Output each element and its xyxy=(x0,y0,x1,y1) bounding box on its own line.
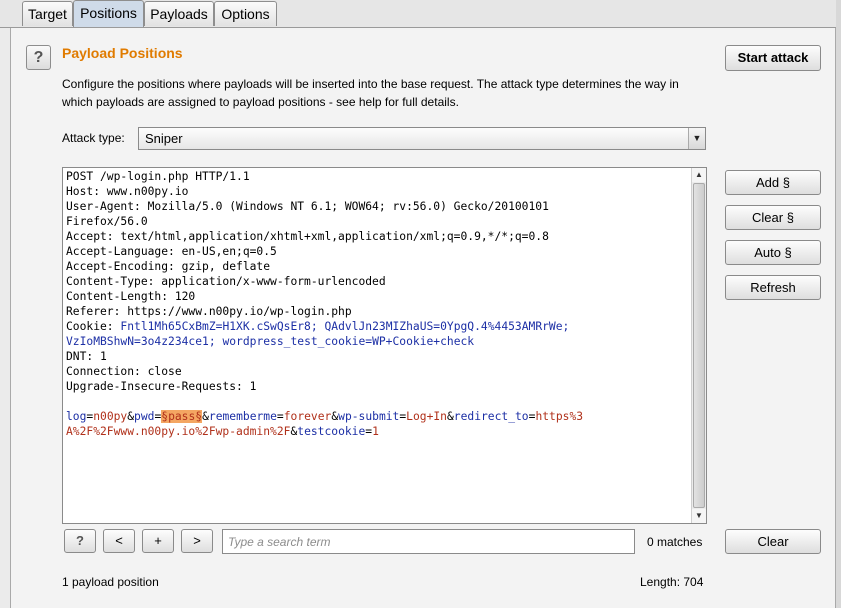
refresh-button[interactable]: Refresh xyxy=(725,275,821,300)
header-line: Content-Length: 120 xyxy=(66,290,196,303)
clear-markers-button[interactable]: Clear § xyxy=(725,205,821,230)
attack-type-label: Attack type: xyxy=(62,131,125,145)
param-value: n00py xyxy=(93,410,128,423)
chevron-down-icon[interactable]: ▼ xyxy=(688,128,705,149)
request-text[interactable]: POST /wp-login.php HTTP/1.1 Host: www.n0… xyxy=(66,169,686,439)
tab-payloads[interactable]: Payloads xyxy=(144,1,214,26)
request-length: Length: 704 xyxy=(640,575,704,589)
header-line: Accept-Language: en-US,en;q=0.5 xyxy=(66,245,277,258)
tab-bar: Target Positions Payloads Options xyxy=(0,0,841,28)
cookie-label: Cookie: xyxy=(66,320,121,333)
header-line: Accept-Encoding: gzip, deflate xyxy=(66,260,271,273)
header-line: Content-Type: application/x-www-form-url… xyxy=(66,275,386,288)
param-name: log xyxy=(66,410,87,423)
start-attack-button[interactable]: Start attack xyxy=(725,45,821,71)
header-line: DNT: 1 xyxy=(66,350,107,363)
equals-sign: = xyxy=(276,410,284,423)
search-add-button[interactable]: + xyxy=(142,529,174,553)
cookie-value: Fntl1Mh65CxBmZ=H1XK.cSwQsEr8; xyxy=(120,320,318,333)
header-line: Upgrade-Insecure-Requests: 1 xyxy=(66,380,257,393)
param-name: testcookie xyxy=(297,425,366,438)
header-line: Accept: text/html,application/xhtml+xml,… xyxy=(66,230,549,243)
page-title: Payload Positions xyxy=(62,45,183,61)
param-name: wp-submit xyxy=(338,410,400,423)
payload-position-count: 1 payload position xyxy=(62,575,159,589)
auto-markers-button[interactable]: Auto § xyxy=(725,240,821,265)
request-editor[interactable]: POST /wp-login.php HTTP/1.1 Host: www.n0… xyxy=(62,167,707,524)
param-name: redirect_to xyxy=(453,410,529,423)
tab-options[interactable]: Options xyxy=(214,1,277,26)
ampersand: & xyxy=(202,410,209,423)
param-value: A%2F%2Fwww.n00py.io%2Fwp-admin%2F xyxy=(66,425,291,438)
cookie-value: wordpress_test_cookie=WP+Cookie+check xyxy=(222,335,475,348)
header-line: POST /wp-login.php HTTP/1.1 xyxy=(66,170,250,183)
description: Configure the positions where payloads w… xyxy=(62,77,679,109)
param-value: Log+In xyxy=(406,410,447,423)
header-line: Referer: https://www.n00py.io/wp-login.p… xyxy=(66,305,352,318)
right-edge xyxy=(836,0,841,608)
scrollbar-thumb[interactable] xyxy=(693,183,705,508)
param-value: 1 xyxy=(372,425,379,438)
tab-target[interactable]: Target xyxy=(22,1,73,26)
plus-icon: + xyxy=(154,533,162,548)
add-marker-button[interactable]: Add § xyxy=(725,170,821,195)
attack-type-select[interactable]: Sniper ▼ xyxy=(138,127,706,150)
question-icon: ? xyxy=(76,533,84,548)
help-button[interactable]: ? xyxy=(26,45,51,70)
clear-search-button[interactable]: Clear xyxy=(725,529,821,554)
header-line: Host: www.n00py.io xyxy=(66,185,189,198)
header-line: Connection: close xyxy=(66,365,182,378)
chevron-right-icon: > xyxy=(193,533,201,548)
tab-positions[interactable]: Positions xyxy=(73,0,144,28)
header-line: User-Agent: Mozilla/5.0 (Windows NT 6.1;… xyxy=(66,200,549,213)
search-previous-button[interactable]: < xyxy=(103,529,135,553)
search-next-button[interactable]: > xyxy=(181,529,213,553)
param-value: forever xyxy=(283,410,332,423)
ampersand: & xyxy=(446,410,454,423)
question-icon: ? xyxy=(33,49,44,66)
search-help-button[interactable]: ? xyxy=(64,529,96,553)
search-input[interactable] xyxy=(222,529,635,554)
header-line: Firefox/56.0 xyxy=(66,215,148,228)
attack-type-value: Sniper xyxy=(145,131,183,146)
scroll-up-icon[interactable]: ▲ xyxy=(692,168,706,182)
param-name: rememberme xyxy=(208,410,277,423)
payload-position-marker[interactable]: §pass§ xyxy=(161,410,203,423)
scroll-down-icon[interactable]: ▼ xyxy=(692,509,706,523)
param-name: pwd xyxy=(134,410,155,423)
param-value: https%3 xyxy=(535,410,584,423)
match-count: 0 matches xyxy=(647,535,703,549)
cookie-value: VzIoMBShwN=3o4z234ce1; xyxy=(66,335,216,348)
chevron-left-icon: < xyxy=(115,533,123,548)
editor-scrollbar[interactable]: ▲ ▼ xyxy=(691,168,706,523)
cookie-value: QAdvlJn23MIZhaUS=0YpgQ.4%4453AMRrWe; xyxy=(324,320,570,333)
